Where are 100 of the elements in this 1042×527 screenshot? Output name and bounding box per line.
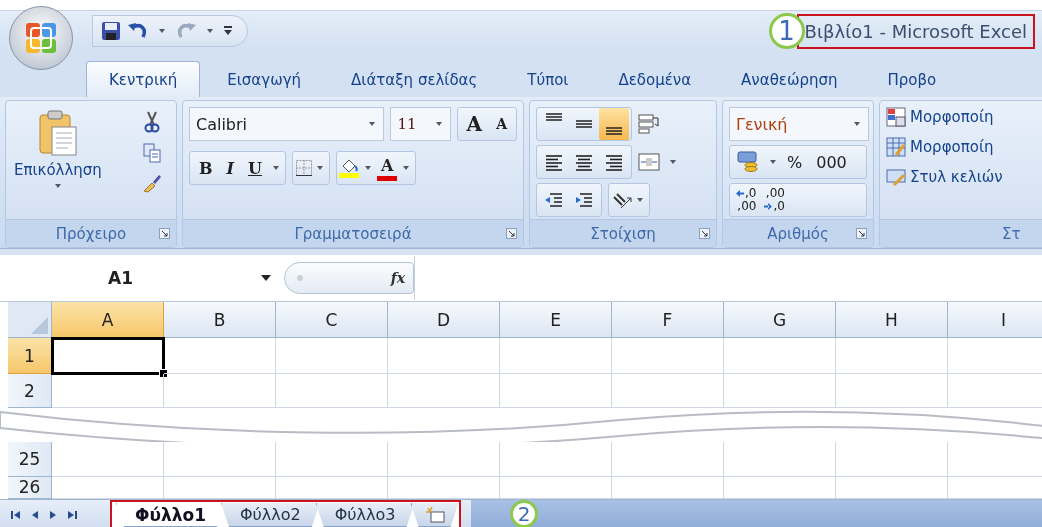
horizontal-scrollbar[interactable]	[470, 500, 1042, 527]
grid-cell[interactable]	[500, 338, 612, 374]
borders-icon[interactable]	[294, 159, 313, 177]
previous-sheet-icon[interactable]	[30, 510, 40, 520]
ribbon-tab[interactable]: Εισαγωγή	[204, 61, 325, 97]
dropdown-arrow-icon[interactable]	[271, 165, 280, 171]
grid-cell[interactable]	[836, 442, 948, 477]
grid-cell[interactable]	[724, 338, 836, 374]
dropdown-arrow-icon[interactable]	[315, 165, 324, 171]
column-header[interactable]: H	[836, 302, 948, 338]
dialog-launcher-icon[interactable]	[856, 228, 867, 239]
ribbon-tab[interactable]: Τύποι	[504, 61, 592, 97]
grid-cell[interactable]	[164, 442, 276, 477]
row-header[interactable]: 25	[8, 442, 52, 477]
row-header[interactable]: 26	[8, 477, 52, 499]
grid-cell[interactable]	[836, 374, 948, 408]
number-format-field[interactable]: Γενική	[729, 107, 869, 141]
column-header[interactable]: F	[612, 302, 724, 338]
grid-cell[interactable]	[388, 442, 500, 477]
vertical-align-button[interactable]	[599, 108, 629, 140]
save-icon[interactable]	[101, 21, 121, 41]
decrease-decimal-button[interactable]: ,00 ,0	[760, 187, 789, 213]
grid-cell[interactable]	[388, 374, 500, 408]
dropdown-arrow-icon[interactable]	[434, 121, 443, 127]
italic-button[interactable]: I	[219, 152, 241, 184]
column-header[interactable]: C	[276, 302, 388, 338]
insert-sheet-button[interactable]	[410, 503, 459, 527]
percent-style-button[interactable]: %	[780, 146, 810, 178]
ribbon-tab[interactable]: Διάταξη σελίδας	[328, 61, 501, 97]
grow-font-button[interactable]: A	[459, 108, 490, 140]
dropdown-arrow-icon[interactable]	[368, 121, 377, 127]
column-header[interactable]: I	[948, 302, 1042, 338]
sheet-tab[interactable]: Φύλλο2	[220, 503, 320, 527]
column-header[interactable]: G	[724, 302, 836, 338]
fill-color-icon[interactable]	[338, 158, 361, 178]
merge-center-icon[interactable]	[638, 152, 660, 172]
decrease-indent-icon[interactable]	[544, 190, 564, 210]
grid-cell[interactable]	[164, 338, 276, 374]
column-header[interactable]: E	[500, 302, 612, 338]
increase-decimal-button[interactable]: ,0 ,00	[732, 187, 761, 213]
ribbon-tab[interactable]: Κεντρική	[86, 61, 201, 97]
increase-indent-icon[interactable]	[574, 190, 594, 210]
dropdown-arrow-icon[interactable]	[402, 165, 411, 171]
dropdown-arrow-icon[interactable]	[769, 159, 777, 165]
underline-button[interactable]: U	[241, 152, 269, 184]
grid-cell[interactable]	[388, 338, 500, 374]
ribbon-tab[interactable]: Προβο	[864, 61, 960, 97]
paintbrush-icon[interactable]	[142, 173, 162, 193]
undo-icon[interactable]	[127, 21, 149, 41]
customize-toolbar-icon[interactable]	[223, 25, 233, 37]
grid-cell[interactable]	[612, 374, 724, 408]
font-name-field[interactable]: Calibri	[189, 107, 385, 141]
align-center-icon[interactable]	[574, 152, 594, 172]
dropdown-arrow-icon[interactable]	[363, 165, 372, 171]
last-sheet-icon[interactable]	[66, 510, 78, 520]
copy-icon[interactable]	[143, 143, 161, 163]
fill-handle[interactable]	[159, 369, 168, 378]
shrink-font-button[interactable]: A	[489, 108, 514, 140]
grid-cell[interactable]	[612, 442, 724, 477]
styles-menu-button[interactable]: Μορφοποίη	[886, 107, 1042, 127]
font-size-field[interactable]: 11	[390, 107, 451, 141]
dialog-launcher-icon[interactable]	[699, 228, 710, 239]
dropdown-arrow-icon[interactable]	[636, 197, 644, 203]
paste-button[interactable]: Επικόλληση	[12, 107, 104, 217]
column-header[interactable]: A	[52, 302, 164, 338]
column-header[interactable]: B	[164, 302, 276, 338]
column-header[interactable]: D	[388, 302, 500, 338]
row-header[interactable]: 1	[8, 338, 52, 374]
name-box[interactable]: A1	[8, 268, 276, 288]
ribbon-tab[interactable]: Αναθεώρηση	[718, 61, 861, 97]
grid-cell[interactable]	[724, 442, 836, 477]
grid-cell[interactable]	[276, 374, 388, 408]
text-angle-icon[interactable]	[611, 190, 633, 210]
redo-icon[interactable]	[175, 21, 197, 41]
sheet-tab[interactable]: Φύλλο3	[315, 503, 415, 527]
dropdown-arrow-icon[interactable]	[669, 159, 677, 165]
first-sheet-icon[interactable]	[10, 510, 22, 520]
grid-cell[interactable]	[276, 442, 388, 477]
grid-cell[interactable]	[500, 442, 612, 477]
align-left-icon[interactable]	[544, 152, 564, 172]
wrap-text-icon[interactable]	[638, 114, 660, 134]
styles-menu-button[interactable]: Μορφοποίη	[886, 137, 1042, 157]
grid-cell[interactable]	[52, 374, 164, 408]
align-right-icon[interactable]	[604, 152, 624, 172]
grid-cell[interactable]	[164, 374, 276, 408]
grid-cell[interactable]	[612, 338, 724, 374]
row-header[interactable]: 2	[8, 374, 52, 408]
grid-cell[interactable]	[500, 374, 612, 408]
styles-menu-button[interactable]: Στυλ κελιών	[886, 167, 1042, 187]
dropdown-arrow-icon[interactable]	[206, 28, 214, 34]
bold-button[interactable]: B	[192, 152, 220, 184]
next-sheet-icon[interactable]	[48, 510, 58, 520]
dialog-launcher-icon[interactable]	[506, 228, 517, 239]
active-cell[interactable]	[51, 337, 165, 375]
grid-cell[interactable]	[836, 338, 948, 374]
grid-cell[interactable]	[52, 442, 164, 477]
dropdown-arrow-icon[interactable]	[260, 274, 272, 282]
dialog-launcher-icon[interactable]	[159, 228, 170, 239]
grid-cell[interactable]	[724, 374, 836, 408]
scissors-icon[interactable]	[143, 111, 161, 133]
